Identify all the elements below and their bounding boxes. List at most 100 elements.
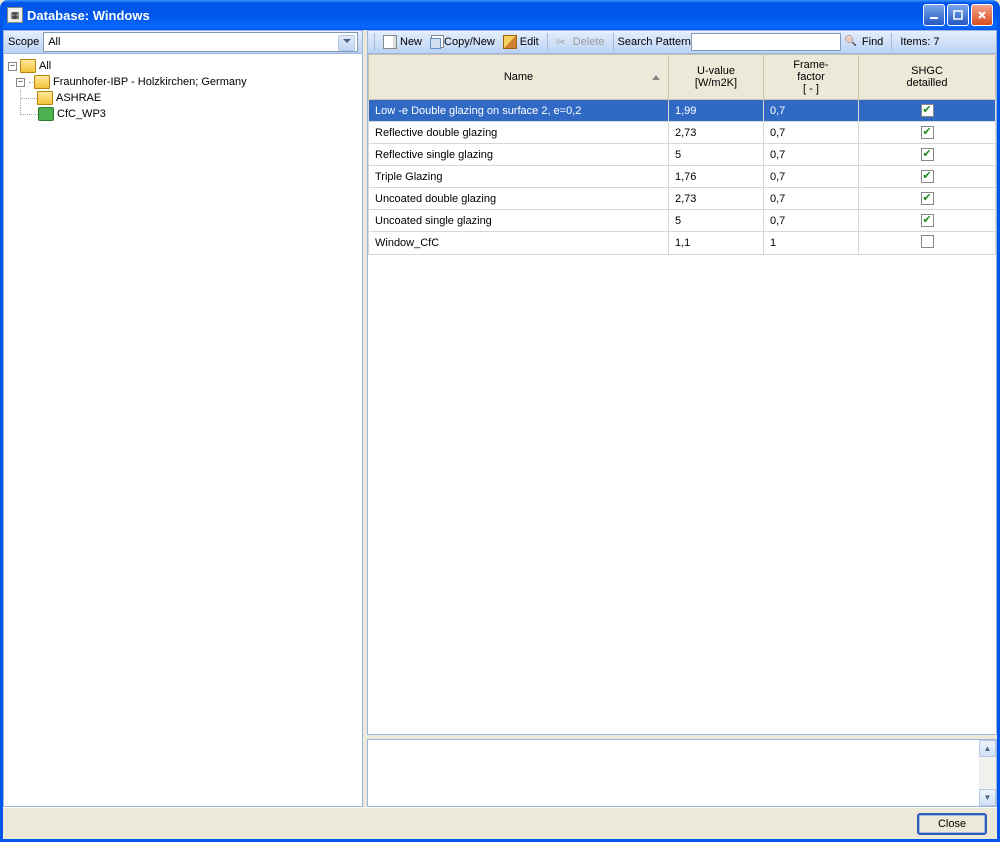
checkbox-icon[interactable] xyxy=(921,104,934,117)
column-header-name[interactable]: Name xyxy=(369,55,669,100)
cell-frame: 0,7 xyxy=(764,166,859,188)
checkbox-icon[interactable] xyxy=(921,235,934,248)
cell-shgc xyxy=(859,122,996,144)
column-header-uvalue[interactable]: U-value [W/m2K] xyxy=(669,55,764,100)
cell-uvalue: 1,76 xyxy=(669,166,764,188)
tree-root[interactable]: − All xyxy=(8,58,358,74)
table-row[interactable]: Reflective double glazing2,730,7 xyxy=(369,122,996,144)
tree-item[interactable]: CfC_WP3 xyxy=(8,106,358,122)
edit-button[interactable]: Edit xyxy=(499,32,543,52)
delete-button: Delete xyxy=(552,32,609,52)
edit-label: Edit xyxy=(520,36,539,48)
delete-label: Delete xyxy=(573,36,605,48)
cell-frame: 0,7 xyxy=(764,100,859,122)
copy-label: Copy/New xyxy=(444,36,495,48)
window-title: Database: Windows xyxy=(27,8,923,23)
binoculars-icon xyxy=(845,35,859,49)
table-row[interactable]: Low -e Double glazing on surface 2, e=0,… xyxy=(369,100,996,122)
cell-name: Triple Glazing xyxy=(369,166,669,188)
tree-label: ASHRAE xyxy=(56,92,101,104)
scroll-up-button[interactable]: ▲ xyxy=(979,740,996,757)
cell-name: Reflective single glazing xyxy=(369,144,669,166)
tree-label: All xyxy=(39,60,51,72)
toolbar: New Copy/New Edit Delete xyxy=(367,30,997,54)
find-button[interactable]: Find xyxy=(841,32,887,52)
sort-asc-icon xyxy=(652,75,660,80)
checkbox-icon[interactable] xyxy=(921,148,934,161)
find-label: Find xyxy=(862,36,883,48)
scope-label: Scope xyxy=(8,36,39,48)
items-count: Items: 7 xyxy=(900,36,939,48)
checkbox-icon[interactable] xyxy=(921,192,934,205)
cell-uvalue: 2,73 xyxy=(669,122,764,144)
close-button[interactable]: Close xyxy=(917,813,987,835)
new-icon xyxy=(383,35,397,49)
column-header-frame[interactable]: Frame- factor [ - ] xyxy=(764,55,859,100)
edit-icon xyxy=(503,35,517,49)
checkbox-icon[interactable] xyxy=(921,170,934,183)
chevron-down-icon xyxy=(343,39,351,43)
table-row[interactable]: Uncoated double glazing2,730,7 xyxy=(369,188,996,210)
cell-shgc xyxy=(859,232,996,255)
checkbox-icon[interactable] xyxy=(921,214,934,227)
tree-label: CfC_WP3 xyxy=(57,108,106,120)
folder-icon xyxy=(34,75,50,89)
cell-name: Uncoated double glazing xyxy=(369,188,669,210)
collapse-icon[interactable]: − xyxy=(16,78,25,87)
close-window-button[interactable] xyxy=(971,4,993,26)
cell-name: Reflective double glazing xyxy=(369,122,669,144)
cell-shgc xyxy=(859,210,996,232)
cell-shgc xyxy=(859,144,996,166)
tree-item[interactable]: ASHRAE xyxy=(8,90,358,106)
scope-value: All xyxy=(48,36,60,48)
app-window: ▦ Database: Windows Scope All xyxy=(0,0,1000,842)
cell-name: Low -e Double glazing on surface 2, e=0,… xyxy=(369,100,669,122)
scroll-down-button[interactable]: ▼ xyxy=(979,789,996,806)
cell-uvalue: 1,1 xyxy=(669,232,764,255)
minimize-button[interactable] xyxy=(923,4,945,26)
scrollbar-vertical[interactable]: ▲ ▼ xyxy=(979,740,996,806)
folder-multi-icon xyxy=(20,59,36,73)
cell-name: Window_CfC xyxy=(369,232,669,255)
cell-uvalue: 2,73 xyxy=(669,188,764,210)
cell-name: Uncoated single glazing xyxy=(369,210,669,232)
cell-frame: 1 xyxy=(764,232,859,255)
tree-view[interactable]: − All − Fraunhofer-IBP - Holzkirchen; Ge… xyxy=(3,54,363,807)
table-row[interactable]: Window_CfC1,11 xyxy=(369,232,996,255)
tree-label: Fraunhofer-IBP - Holzkirchen; Germany xyxy=(53,76,247,88)
footer: Close xyxy=(3,807,997,839)
cell-shgc xyxy=(859,100,996,122)
scope-select[interactable]: All xyxy=(43,32,358,52)
copy-new-button[interactable]: Copy/New xyxy=(426,32,499,52)
table-row[interactable]: Uncoated single glazing50,7 xyxy=(369,210,996,232)
cell-uvalue: 5 xyxy=(669,144,764,166)
data-table: Name U-value [W/m2K] Frame- factor [ - ]… xyxy=(367,54,997,735)
tree-item[interactable]: − Fraunhofer-IBP - Holzkirchen; Germany xyxy=(8,74,358,90)
database-icon xyxy=(38,107,54,121)
cell-shgc xyxy=(859,188,996,210)
cell-frame: 0,7 xyxy=(764,122,859,144)
checkbox-icon[interactable] xyxy=(921,126,934,139)
cell-shgc xyxy=(859,166,996,188)
new-label: New xyxy=(400,36,422,48)
maximize-button[interactable] xyxy=(947,4,969,26)
table-row[interactable]: Reflective single glazing50,7 xyxy=(369,144,996,166)
search-input[interactable] xyxy=(691,33,841,51)
scope-bar: Scope All xyxy=(3,30,363,54)
cell-frame: 0,7 xyxy=(764,210,859,232)
folder-icon xyxy=(37,91,53,105)
titlebar[interactable]: ▦ Database: Windows xyxy=(3,0,997,30)
new-button[interactable]: New xyxy=(379,32,426,52)
app-icon: ▦ xyxy=(7,7,23,23)
collapse-icon[interactable]: − xyxy=(8,62,17,71)
copy-icon xyxy=(430,38,441,49)
cell-uvalue: 1,99 xyxy=(669,100,764,122)
table-row[interactable]: Triple Glazing1,760,7 xyxy=(369,166,996,188)
scissors-icon xyxy=(556,35,570,49)
cell-frame: 0,7 xyxy=(764,188,859,210)
cell-uvalue: 5 xyxy=(669,210,764,232)
detail-panel: ▲ ▼ xyxy=(367,739,997,807)
column-header-shgc[interactable]: SHGC detailled xyxy=(859,55,996,100)
search-label: Search Pattern xyxy=(618,36,691,48)
cell-frame: 0,7 xyxy=(764,144,859,166)
